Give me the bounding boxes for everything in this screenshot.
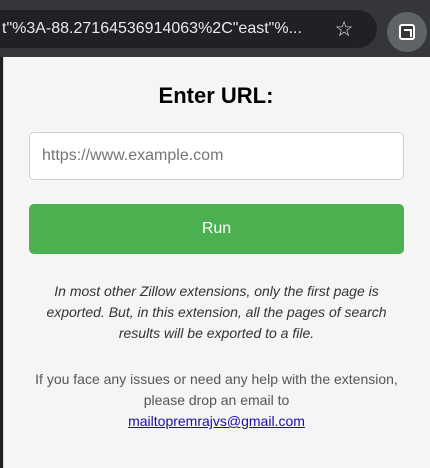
star-icon[interactable]: ☆ bbox=[333, 19, 355, 41]
address-bar[interactable]: t"%3A-88.27164536914063%2C"east"%... ☆ bbox=[0, 10, 377, 48]
run-button[interactable]: Run bbox=[29, 204, 404, 254]
info-text: In most other Zillow extensions, only th… bbox=[46, 283, 387, 341]
extension-icon bbox=[399, 24, 415, 40]
address-bar-url[interactable]: t"%3A-88.27164536914063%2C"east"%... bbox=[0, 10, 318, 48]
email-link[interactable]: mailtopremrajvs@gmail.com bbox=[128, 413, 305, 429]
url-input[interactable] bbox=[29, 132, 404, 180]
extension-popup: Enter URL: Run In most other Zillow exte… bbox=[3, 57, 430, 468]
help-text: If you face any issues or need any help … bbox=[34, 369, 399, 432]
help-message: If you face any issues or need any help … bbox=[35, 371, 398, 408]
popup-title: Enter URL: bbox=[158, 83, 274, 108]
browser-toolbar: t"%3A-88.27164536914063%2C"east"%... ☆ bbox=[0, 0, 430, 57]
extension-button[interactable] bbox=[387, 12, 427, 52]
